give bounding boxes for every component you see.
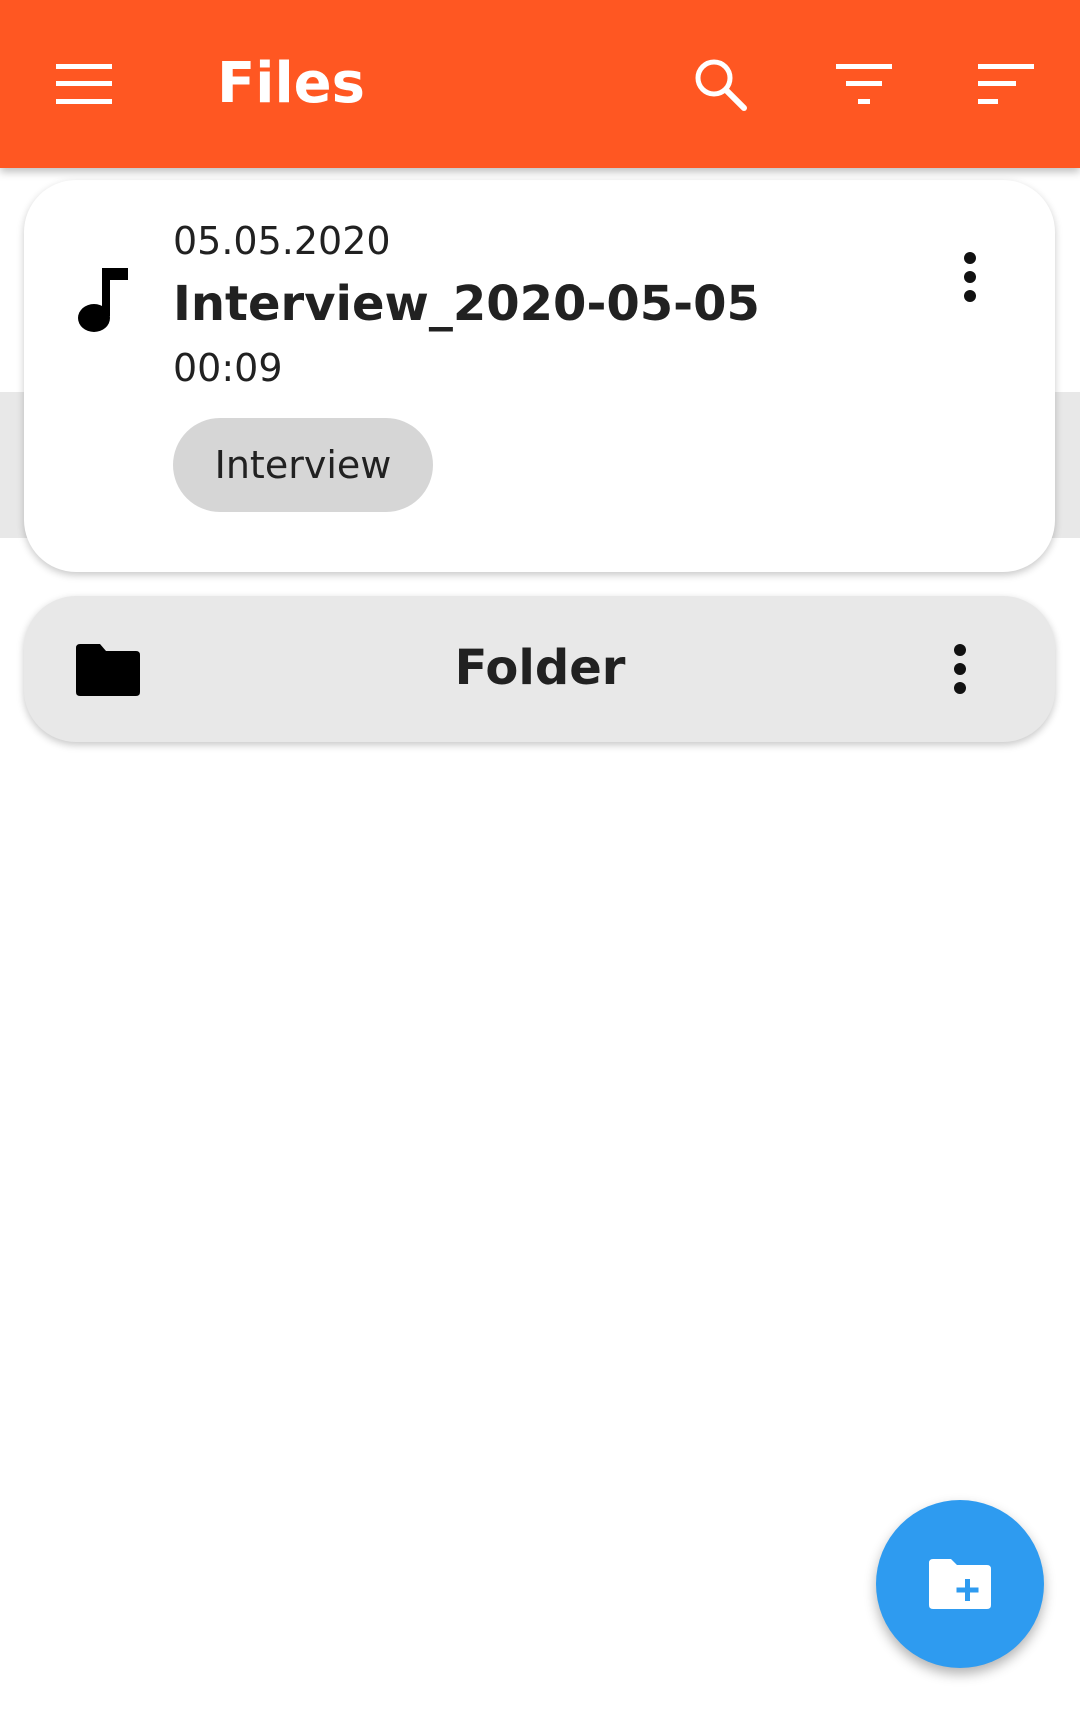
file-date: 05.05.2020 xyxy=(173,219,391,263)
filter-button[interactable] xyxy=(814,34,914,134)
more-vert-icon xyxy=(954,644,966,694)
page-title: Files xyxy=(217,51,365,116)
menu-button[interactable] xyxy=(34,34,134,134)
tag-chip[interactable]: Interview xyxy=(173,418,433,512)
search-button[interactable] xyxy=(670,34,770,134)
folder-more-button[interactable] xyxy=(930,624,990,714)
music-note-icon xyxy=(78,268,128,332)
more-vert-icon xyxy=(964,252,976,302)
sort-icon xyxy=(978,64,1034,104)
app-bar: Files xyxy=(0,0,1080,168)
search-icon xyxy=(695,59,747,111)
folder-name: Folder xyxy=(454,640,626,696)
create-new-folder-icon xyxy=(929,1559,991,1609)
sort-button[interactable] xyxy=(956,34,1056,134)
filter-icon xyxy=(836,64,892,104)
files-screen: Files 05.05.2020 Interview_2020-05-05 00… xyxy=(0,0,1080,1715)
menu-icon xyxy=(56,64,112,104)
create-folder-fab[interactable] xyxy=(876,1500,1044,1668)
file-duration: 00:09 xyxy=(173,346,283,390)
file-name: Interview_2020-05-05 xyxy=(173,276,760,332)
file-more-button[interactable] xyxy=(940,232,1000,322)
